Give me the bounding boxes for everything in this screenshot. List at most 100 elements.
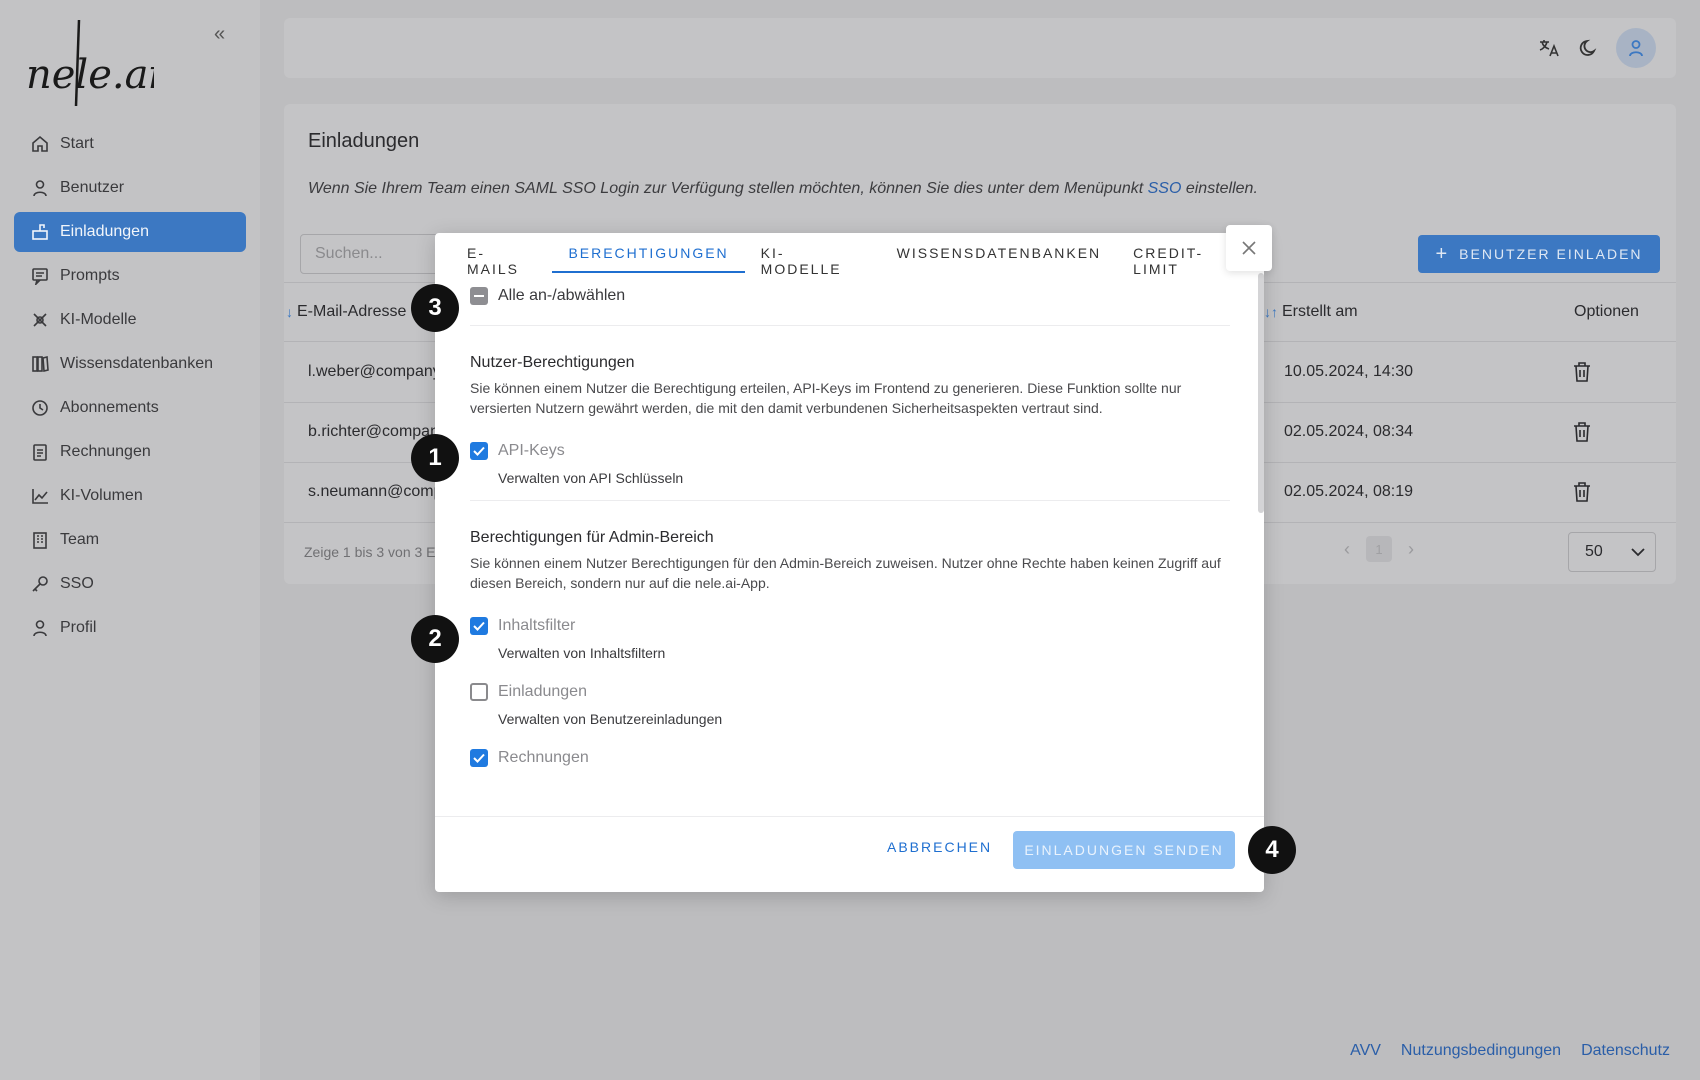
page-button[interactable]: 1 — [1366, 536, 1392, 562]
logo: nele.ai — [26, 19, 154, 107]
trash-icon[interactable] — [1572, 421, 1592, 443]
footer-link-terms[interactable]: Nutzungsbedingungen — [1401, 1042, 1561, 1060]
trash-icon[interactable] — [1572, 481, 1592, 503]
permission-api-keys[interactable]: API-Keys — [470, 442, 1230, 460]
content-filter-checkbox[interactable] — [470, 617, 488, 635]
sidebar-item-ki-volumen[interactable]: KI-Volumen — [14, 476, 246, 516]
sidebar-item-team[interactable]: Team — [14, 520, 246, 560]
sort-icon: ↓ — [286, 304, 293, 320]
close-icon — [1242, 241, 1256, 255]
sidebar-item-label: KI-Modelle — [60, 311, 137, 328]
select-all-checkbox[interactable] — [470, 287, 488, 305]
column-created[interactable]: ↓↑ Erstellt am — [1264, 303, 1358, 321]
avatar[interactable] — [1616, 28, 1656, 68]
user-permissions-section: Nutzer-Berechtigungen Sie können einem N… — [470, 354, 1230, 486]
send-invitations-button[interactable]: EINLADUNGEN SENDEN — [1013, 831, 1235, 869]
user-icon — [30, 178, 50, 198]
books-icon — [30, 354, 50, 374]
sidebar-item-einladungen[interactable]: Einladungen — [14, 212, 246, 252]
section-title: Berechtigungen für Admin-Bereich — [470, 529, 714, 546]
permission-label: Einladungen — [498, 683, 587, 700]
sidebar-item-label: SSO — [60, 575, 94, 592]
sort-icon: ↓↑ — [1264, 304, 1278, 320]
translate-icon[interactable] — [1536, 35, 1562, 61]
sidebar-item-label: KI-Volumen — [60, 487, 143, 504]
dialog-footer: ABBRECHEN EINLADUNGEN SENDEN — [435, 816, 1264, 892]
created-cell: 10.05.2024, 14:30 — [1284, 363, 1414, 380]
sidebar-item-wissensdatenbanken[interactable]: Wissensdatenbanken — [14, 344, 246, 384]
moon-icon[interactable] — [1576, 35, 1602, 61]
sidebar-item-abonnements[interactable]: Abonnements — [14, 388, 246, 428]
close-dialog-button[interactable] — [1226, 225, 1272, 271]
step-badge-1: 1 — [411, 434, 459, 482]
sidebar-item-ki-modelle[interactable]: KI-Modelle — [14, 300, 246, 340]
section-description: Sie können einem Nutzer Berechtigungen f… — [470, 555, 1221, 591]
prompt-icon — [30, 266, 50, 286]
permission-label: API-Keys — [498, 442, 565, 459]
select-all-label: Alle an-/abwählen — [498, 287, 626, 304]
api-keys-checkbox[interactable] — [470, 442, 488, 460]
sso-info-text: Wenn Sie Ihrem Team einen SAML SSO Login… — [308, 180, 1258, 197]
column-options: Optionen — [1574, 303, 1639, 320]
tab-knowledge-bases[interactable]: WISSENSDATENBANKEN — [881, 233, 1118, 273]
sidebar-item-sso[interactable]: SSO — [14, 564, 246, 604]
step-badge-3: 3 — [411, 284, 459, 332]
created-cell: 02.05.2024, 08:19 — [1284, 483, 1414, 500]
select-all-row[interactable]: Alle an-/abwählen — [470, 287, 1230, 305]
section-title: Nutzer-Berechtigungen — [470, 354, 635, 371]
chart-icon — [30, 486, 50, 506]
dialog-body: Alle an-/abwählen Nutzer-Berechtigungen … — [470, 279, 1230, 767]
dialog-tabs: E-MAILS BERECHTIGUNGEN KI-MODELLE WISSEN… — [435, 233, 1264, 277]
user-icon — [30, 618, 50, 638]
clock-icon — [30, 398, 50, 418]
sidebar-item-benutzer[interactable]: Benutzer — [14, 168, 246, 208]
collapse-sidebar-icon[interactable]: « — [214, 24, 234, 44]
permission-invitations[interactable]: Einladungen — [470, 683, 1230, 701]
sidebar-item-label: Rechnungen — [60, 443, 151, 460]
sidebar-item-prompts[interactable]: Prompts — [14, 256, 246, 296]
permission-description: Verwalten von Benutzereinladungen — [498, 711, 723, 727]
permission-label: Rechnungen — [498, 749, 589, 766]
column-email[interactable]: ↓ E-Mail-Adresse — [286, 303, 406, 321]
section-description: Sie können einem Nutzer die Berechtigung… — [470, 380, 1182, 416]
trash-icon[interactable] — [1572, 361, 1592, 383]
tab-emails[interactable]: E-MAILS — [451, 233, 552, 277]
per-page-select[interactable]: 50 — [1568, 532, 1656, 572]
invitations-checkbox[interactable] — [470, 683, 488, 701]
tab-permissions[interactable]: BERECHTIGUNGEN — [552, 233, 745, 273]
chevron-right-icon[interactable]: › — [1408, 539, 1414, 560]
sidebar-item-label: Prompts — [60, 267, 120, 284]
invoices-checkbox[interactable] — [470, 749, 488, 767]
permission-description: Verwalten von Inhaltsfiltern — [498, 645, 666, 661]
top-bar — [284, 18, 1676, 78]
footer-links: AVV Nutzungsbedingungen Datenschutz — [1350, 1042, 1670, 1060]
model-icon — [30, 310, 50, 330]
sso-link[interactable]: SSO — [1148, 180, 1182, 197]
chevron-down-icon — [1631, 548, 1645, 557]
scrollbar[interactable] — [1258, 273, 1264, 513]
sidebar-item-label: Profil — [60, 619, 97, 636]
permission-content-filter[interactable]: Inhaltsfilter — [470, 617, 1230, 635]
sidebar-nav: Start Benutzer Einladungen Prompts KI-Mo… — [14, 124, 246, 652]
sidebar-item-label: Wissensdatenbanken — [60, 355, 213, 372]
sidebar: nele.ai « Start Benutzer Einladungen Pro… — [0, 0, 260, 1080]
cancel-button[interactable]: ABBRECHEN — [887, 839, 992, 855]
plus-icon: + — [1435, 242, 1450, 265]
sidebar-item-label: Benutzer — [60, 179, 125, 196]
permissions-dialog: E-MAILS BERECHTIGUNGEN KI-MODELLE WISSEN… — [435, 233, 1264, 892]
tab-ki-models[interactable]: KI-MODELLE — [745, 233, 881, 277]
sidebar-item-profil[interactable]: Profil — [14, 608, 246, 648]
footer-link-privacy[interactable]: Datenschutz — [1581, 1042, 1670, 1060]
sidebar-item-start[interactable]: Start — [14, 124, 246, 164]
footer-link-avv[interactable]: AVV — [1350, 1042, 1381, 1060]
step-badge-4: 4 — [1248, 826, 1296, 874]
permission-invoices[interactable]: Rechnungen — [470, 749, 1230, 767]
invoice-icon — [30, 442, 50, 462]
home-icon — [30, 134, 50, 154]
invite-user-button[interactable]: + BENUTZER EINLADEN — [1418, 235, 1660, 273]
sidebar-item-rechnungen[interactable]: Rechnungen — [14, 432, 246, 472]
sidebar-item-label: Einladungen — [60, 223, 149, 240]
step-badge-2: 2 — [411, 615, 459, 663]
chevron-left-icon[interactable]: ‹ — [1344, 539, 1350, 560]
admin-permissions-section: Berechtigungen für Admin-Bereich Sie kön… — [470, 529, 1230, 767]
